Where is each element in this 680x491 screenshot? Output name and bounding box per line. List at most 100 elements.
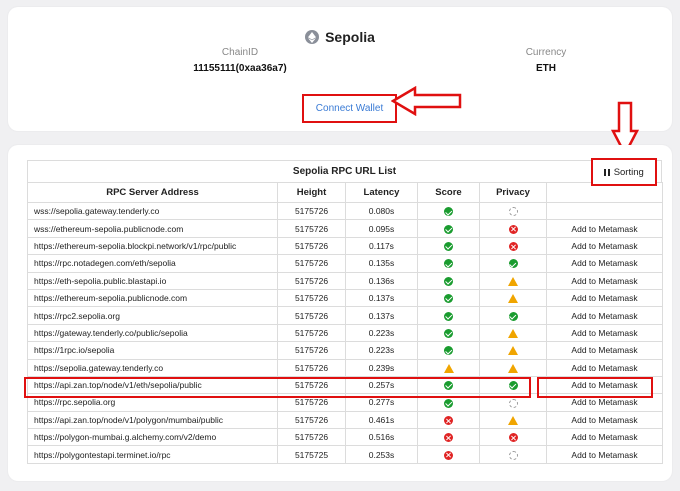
- score-cell: [417, 236, 480, 256]
- add-to-metamask-button[interactable]: Add to Metamask: [546, 410, 663, 430]
- add-to-metamask-button[interactable]: Add to Metamask: [546, 428, 663, 447]
- privacy-cell: [479, 219, 547, 238]
- privacy-cell: [479, 410, 547, 430]
- sorting-label: Sorting: [613, 166, 644, 178]
- latency-value: 0.137s: [345, 288, 418, 308]
- latency-value: 0.135s: [345, 254, 418, 273]
- chain-id-section: ChainID 11155111(0xaa36a7): [180, 47, 300, 74]
- x-circle-icon: [444, 450, 453, 460]
- connect-wallet-button[interactable]: Connect Wallet: [302, 94, 397, 123]
- add-to-metamask-button[interactable]: Add to Metamask: [546, 288, 663, 308]
- block-height: 5175726: [277, 358, 346, 377]
- add-to-metamask-button[interactable]: Add to Metamask: [546, 393, 663, 412]
- dashed-circle-icon: [508, 450, 518, 460]
- warning-icon: [508, 329, 518, 339]
- add-to-metamask-button[interactable]: Add to Metamask: [546, 236, 663, 256]
- add-to-metamask-button[interactable]: Add to Metamask: [546, 445, 663, 464]
- latency-value: 0.253s: [345, 445, 418, 464]
- score-cell: [417, 306, 480, 325]
- network-info-card: Sepolia ChainID 11155111(0xaa36a7) Curre…: [8, 7, 672, 131]
- privacy-cell: [479, 393, 547, 412]
- block-height: 5175726: [277, 288, 346, 308]
- check-circle-icon: [444, 294, 453, 304]
- sorting-button[interactable]: Sorting: [591, 158, 657, 186]
- add-to-metamask-button[interactable]: Add to Metamask: [546, 358, 663, 377]
- table-row: https://rpc.notadegen.com/eth/sepolia 517…: [27, 254, 663, 273]
- score-cell: [417, 271, 480, 290]
- score-cell: [417, 393, 480, 412]
- privacy-cell: [479, 306, 547, 325]
- currency-value: ETH: [536, 63, 556, 74]
- add-to-metamask-button[interactable]: Add to Metamask: [546, 271, 663, 290]
- rpc-table-title: Sepolia RPC URL List: [27, 160, 662, 182]
- add-to-metamask-button[interactable]: Add to Metamask: [546, 254, 663, 273]
- table-row: https://polygontestapi.terminet.io/rpc 51…: [27, 445, 663, 464]
- rpc-address: https://eth-sepolia.public.blastapi.io: [27, 271, 278, 290]
- score-cell: [417, 375, 480, 395]
- check-circle-icon: [508, 311, 518, 321]
- latency-value: 0.117s: [345, 236, 418, 256]
- rpc-address: https://1rpc.io/sepolia: [27, 341, 278, 360]
- table-row: https://1rpc.io/sepolia 5175726 0.223s Add …: [27, 341, 663, 360]
- add-to-metamask-button[interactable]: Add to Metamask: [546, 306, 663, 325]
- privacy-cell: [479, 445, 547, 464]
- block-height: 5175726: [277, 306, 346, 325]
- privacy-cell: [479, 358, 547, 377]
- warning-icon: [508, 346, 518, 356]
- table-header-row: RPC Server Address Height Latency Score …: [27, 182, 663, 203]
- privacy-cell: [479, 254, 547, 273]
- check-circle-icon: [444, 398, 453, 408]
- block-height: 5175726: [277, 236, 346, 256]
- x-circle-icon: [508, 224, 518, 234]
- block-height: 5175726: [277, 219, 346, 238]
- column-header-privacy: Privacy: [479, 182, 547, 203]
- add-to-metamask-button[interactable]: Add to Metamask: [546, 341, 663, 360]
- column-header-height: Height: [277, 182, 346, 203]
- x-circle-icon: [508, 433, 518, 443]
- check-circle-icon: [508, 259, 518, 269]
- score-cell: [417, 445, 480, 464]
- check-circle-icon: [444, 242, 453, 252]
- check-circle-icon: [444, 224, 453, 234]
- add-to-metamask-button[interactable]: Add to Metamask: [546, 375, 663, 395]
- block-height: 5175726: [277, 341, 346, 360]
- block-height: 5175726: [277, 254, 346, 273]
- table-row: https://api.zan.top/node/v1/eth/sepolia/…: [27, 375, 663, 395]
- block-height: 5175726: [277, 201, 346, 221]
- score-cell: [417, 410, 480, 430]
- score-cell: [417, 358, 480, 377]
- score-cell: [417, 201, 480, 221]
- privacy-cell: [479, 323, 547, 343]
- rpc-address: https://sepolia.gateway.tenderly.co: [27, 358, 278, 377]
- table-row: https://ethereum-sepolia.publicnode.com 5…: [27, 288, 663, 308]
- rpc-address: https://api.zan.top/node/v1/eth/sepolia/…: [27, 375, 278, 395]
- privacy-cell: [479, 271, 547, 290]
- table-row: https://sepolia.gateway.tenderly.co 51757…: [27, 358, 663, 377]
- x-circle-icon: [508, 242, 518, 252]
- column-header-address: RPC Server Address: [27, 182, 278, 203]
- privacy-cell: [479, 236, 547, 256]
- add-to-metamask-button[interactable]: Add to Metamask: [546, 219, 663, 238]
- add-to-metamask-button[interactable]: Add to Metamask: [546, 323, 663, 343]
- column-header-score: Score: [417, 182, 480, 203]
- table-row: https://eth-sepolia.public.blastapi.io 51…: [27, 271, 663, 290]
- latency-value: 0.461s: [345, 410, 418, 430]
- table-row: https://gateway.tenderly.co/public/sepol…: [27, 323, 663, 343]
- score-cell: [417, 341, 480, 360]
- block-height: 5175726: [277, 410, 346, 430]
- latency-value: 0.277s: [345, 393, 418, 412]
- chain-id-label: ChainID: [221, 47, 259, 58]
- chain-id-value: 11155111(0xaa36a7): [193, 63, 287, 74]
- latency-value: 0.136s: [345, 271, 418, 290]
- table-row: https://api.zan.top/node/v1/polygon/mumb…: [27, 410, 663, 430]
- table-row: https://polygon-mumbai.g.alchemy.com/v2/…: [27, 428, 663, 447]
- warning-icon: [508, 294, 518, 304]
- table-row: wss://ethereum-sepolia.publicnode.com 517…: [27, 219, 663, 238]
- latency-value: 0.239s: [345, 358, 418, 377]
- table-row: https://rpc2.sepolia.org 5175726 0.137s Add…: [27, 306, 663, 325]
- latency-value: 0.223s: [345, 323, 418, 343]
- check-circle-icon: [444, 311, 453, 321]
- score-cell: [417, 428, 480, 447]
- latency-value: 0.516s: [345, 428, 418, 447]
- check-circle-icon: [444, 276, 453, 286]
